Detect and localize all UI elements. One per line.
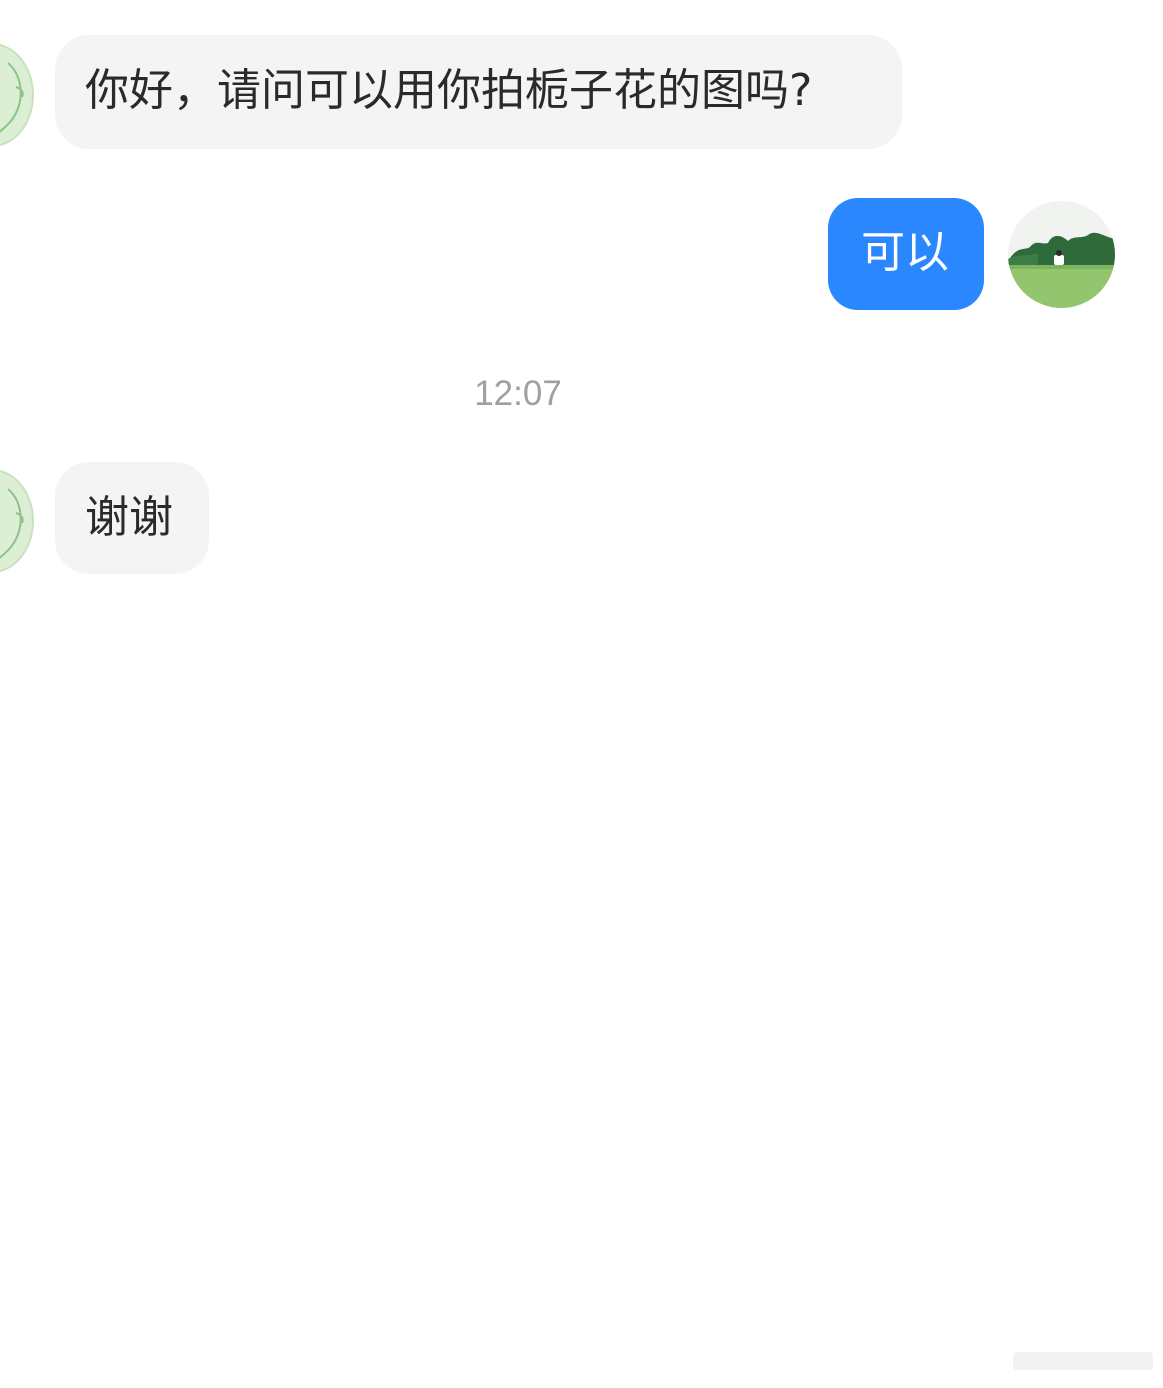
chat-thread: 你好，请问可以用你拍栀子花的图吗? 可以 12:07 谢谢: [0, 0, 1163, 1388]
contact-avatar-icon: [0, 488, 24, 559]
message-bubble-outgoing[interactable]: 可以: [828, 198, 984, 310]
grass-field-photo-icon: [1008, 201, 1115, 308]
contact-avatar[interactable]: [0, 469, 34, 573]
message-bubble-incoming[interactable]: 谢谢: [55, 462, 209, 574]
contact-avatar-icon: [0, 62, 24, 133]
message-bubble-incoming[interactable]: 你好，请问可以用你拍栀子花的图吗?: [55, 35, 902, 149]
message-timestamp: 12:07: [474, 374, 562, 413]
own-avatar[interactable]: [1008, 201, 1115, 308]
message-text: 可以: [861, 227, 949, 278]
message-text: 你好，请问可以用你拍栀子花的图吗?: [85, 65, 813, 116]
message-text: 谢谢: [85, 492, 173, 543]
watermark-logo: [1013, 1352, 1153, 1370]
contact-avatar[interactable]: [0, 43, 34, 147]
